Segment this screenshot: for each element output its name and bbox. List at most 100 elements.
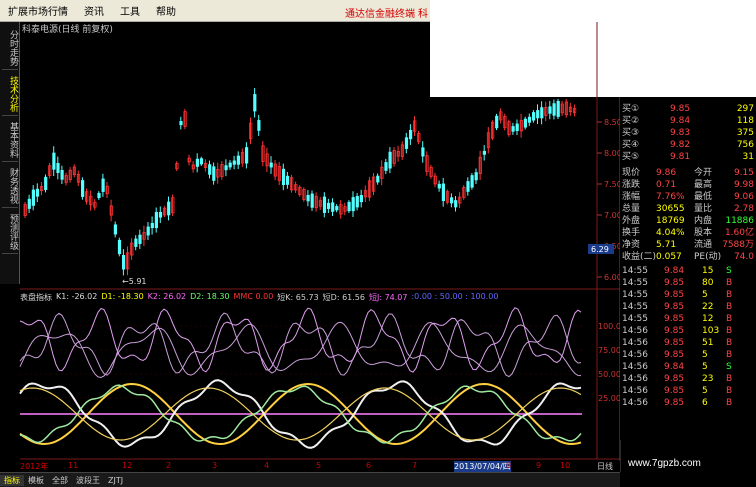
tick-volume: 6 bbox=[702, 398, 708, 408]
stat-value: 74.0 bbox=[733, 252, 754, 262]
candle-body bbox=[81, 180, 85, 197]
candle-body bbox=[154, 212, 158, 229]
quote-panel: 买① 9.85 297 买② 9.84 118 买③ 9.83 375 买④ 9.82 756 买⑤ 9.… bbox=[620, 97, 756, 440]
bid-row: 买① 9.85 297 bbox=[620, 103, 756, 115]
candle-body bbox=[536, 110, 540, 119]
tick-row: 14:56 9.85 5 B bbox=[620, 349, 756, 361]
stat-value: 1.60亿 bbox=[724, 228, 754, 238]
short-j-line bbox=[19, 307, 582, 373]
indicator-tick-label: 100.0 bbox=[598, 322, 621, 331]
bid-volume: 118 bbox=[736, 116, 754, 126]
tick-time: 14:55 bbox=[622, 314, 648, 324]
indicator-tick-label: 25.00 bbox=[598, 394, 621, 403]
tick-time: 14:56 bbox=[622, 398, 648, 408]
candle-body bbox=[232, 160, 236, 165]
candle-body bbox=[347, 201, 351, 212]
stat-label: 收益(二) bbox=[622, 252, 657, 262]
bid-price: 9.84 bbox=[670, 116, 691, 126]
period-label[interactable]: 日线 bbox=[597, 461, 613, 472]
tick-row: 14:56 9.85 51 B bbox=[620, 337, 756, 349]
bid-row: 买④ 9.82 756 bbox=[620, 139, 756, 151]
tick-time: 14:56 bbox=[622, 374, 648, 384]
stat-label: 股本 bbox=[694, 228, 713, 238]
candle-body bbox=[31, 189, 36, 206]
bid-volume: 375 bbox=[736, 128, 754, 138]
bottom-tab[interactable]: 模板 bbox=[24, 475, 48, 486]
candle-body bbox=[441, 183, 446, 202]
stat-value: 2.78 bbox=[733, 204, 754, 214]
candle-body bbox=[257, 120, 261, 131]
stat-value: 18769 bbox=[656, 216, 685, 226]
indicator-lines bbox=[19, 307, 582, 449]
tick-time: 14:56 bbox=[622, 386, 648, 396]
candle-body bbox=[540, 107, 544, 119]
date-tick-label: 2013/07/04/四 bbox=[454, 461, 511, 472]
stat-value: 9.86 bbox=[656, 168, 677, 178]
tick-time: 14:56 bbox=[622, 350, 648, 360]
stat-value: 11886 bbox=[725, 216, 754, 226]
date-tick-label: 3 bbox=[212, 461, 218, 470]
date-axis: 2012年 11 12 2 3 4 5 6 7 2013/07/04/四 8 9 10 bbox=[20, 461, 620, 472]
bottom-tabs: 指标 模板 全部 波段王 ZJTJ bbox=[0, 472, 620, 487]
tick-row: 14:56 9.85 6 B bbox=[620, 397, 756, 409]
stat-value: 30655 bbox=[656, 204, 685, 214]
indicator-tick-label: 75.00 bbox=[598, 346, 621, 355]
candle-body bbox=[97, 192, 101, 199]
stat-value: 0.057 bbox=[656, 252, 682, 262]
candle-body bbox=[158, 211, 163, 218]
stat-row: 涨幅 7.76% 最低 9.06 bbox=[620, 191, 756, 203]
indicator-value: K1: -26.02 bbox=[56, 292, 98, 301]
candle-body bbox=[35, 188, 40, 197]
tick-flag: B bbox=[726, 374, 733, 384]
bid-label: 买① bbox=[622, 104, 640, 114]
tick-price: 9.85 bbox=[664, 350, 685, 360]
candle-body bbox=[552, 103, 556, 116]
stat-label: PE(动) bbox=[694, 252, 722, 262]
tick-price: 9.85 bbox=[664, 398, 685, 408]
tick-volume: 103 bbox=[702, 326, 720, 336]
candle-body bbox=[44, 176, 48, 191]
date-tick-label: 8 bbox=[506, 461, 512, 470]
bottom-tab[interactable]: 全部 bbox=[48, 475, 72, 486]
indicator-value: 短K: 65.73 bbox=[277, 293, 319, 302]
stat-label: 净资 bbox=[622, 240, 641, 250]
candle-body bbox=[228, 162, 232, 168]
stat-value: 4.04% bbox=[656, 228, 685, 238]
tick-volume: 80 bbox=[702, 278, 714, 288]
stat-row: 净资 5.71 流通 7588万 bbox=[620, 239, 756, 251]
candle-body bbox=[253, 94, 257, 112]
tick-flag: B bbox=[726, 302, 733, 312]
bottom-tab[interactable]: 波段王 bbox=[72, 475, 104, 486]
tick-time: 14:55 bbox=[622, 278, 648, 288]
candle-body bbox=[167, 201, 171, 216]
candle-body bbox=[556, 100, 560, 117]
stat-row: 总量 30655 量比 2.78 bbox=[620, 203, 756, 215]
bid-label: 买④ bbox=[622, 140, 640, 150]
tick-volume: 5 bbox=[702, 386, 708, 396]
candle-body bbox=[474, 172, 478, 181]
tick-price: 9.85 bbox=[664, 278, 685, 288]
indicator-value: MMC 0.00 bbox=[233, 292, 274, 301]
bid-price: 9.82 bbox=[670, 140, 691, 150]
stat-label: 内盘 bbox=[694, 216, 713, 226]
candle-body bbox=[335, 206, 339, 211]
candle-body bbox=[146, 226, 150, 236]
tick-row: 14:55 9.85 22 B bbox=[620, 301, 756, 313]
date-tick-label: 12 bbox=[122, 461, 133, 470]
date-tick-label: 2012年 bbox=[20, 462, 49, 471]
bottom-tab[interactable]: ZJTJ bbox=[104, 476, 127, 485]
stat-label: 流通 bbox=[694, 240, 713, 250]
bottom-tab[interactable]: 指标 bbox=[0, 474, 24, 486]
stat-value: 5.71 bbox=[656, 240, 677, 250]
bid-price: 9.83 bbox=[670, 128, 691, 138]
tick-flag: B bbox=[726, 314, 733, 324]
stat-value: 9.15 bbox=[733, 168, 754, 178]
date-tick-label: 6 bbox=[366, 461, 372, 470]
tick-time: 14:56 bbox=[622, 326, 648, 336]
candle-body bbox=[470, 175, 474, 188]
tick-time: 14:55 bbox=[622, 290, 648, 300]
candle-body bbox=[244, 147, 249, 164]
tick-flag: B bbox=[726, 350, 733, 360]
bid-row: 买② 9.84 118 bbox=[620, 115, 756, 127]
indicator-value: :0.00 : 50.00 : 100.00 bbox=[411, 292, 499, 301]
